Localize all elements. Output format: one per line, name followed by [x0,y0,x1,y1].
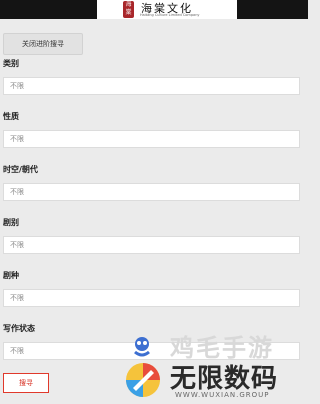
filter-select-drama-type[interactable]: 不限 [3,236,300,254]
watermark-blue-logo-icon [134,337,150,357]
filter-label-drama-type: 剧别 [3,218,19,227]
logo-subtitle: Haitang Culture Limited Company [140,13,200,17]
filter-label-era: 时空/朝代 [3,165,38,174]
watermark-main-text: 无限数码 [170,364,279,394]
search-button[interactable]: 搜寻 [3,373,49,393]
logo-seal-icon: 海棠 [123,1,134,18]
close-advanced-search-button[interactable]: 关闭进阶搜寻 [3,33,83,55]
watermark-url: WWW.WUXIAN.GROUP [175,391,270,399]
filter-label-category: 类别 [3,59,19,68]
filter-label-nature: 性质 [3,112,19,121]
site-logo[interactable]: 海棠 海棠文化 Haitang Culture Limited Company [97,0,237,19]
filter-select-nature[interactable]: 不限 [3,130,300,148]
filter-select-era[interactable]: 不限 [3,183,300,201]
filter-label-writing-status: 写作状态 [3,324,35,333]
filter-label-drama-genre: 剧种 [3,271,19,280]
filter-select-drama-genre[interactable]: 不限 [3,289,300,307]
watermark-colorful-logo-icon [126,363,160,397]
top-bar: 海棠 海棠文化 Haitang Culture Limited Company [0,0,308,19]
filter-select-category[interactable]: 不限 [3,77,300,95]
